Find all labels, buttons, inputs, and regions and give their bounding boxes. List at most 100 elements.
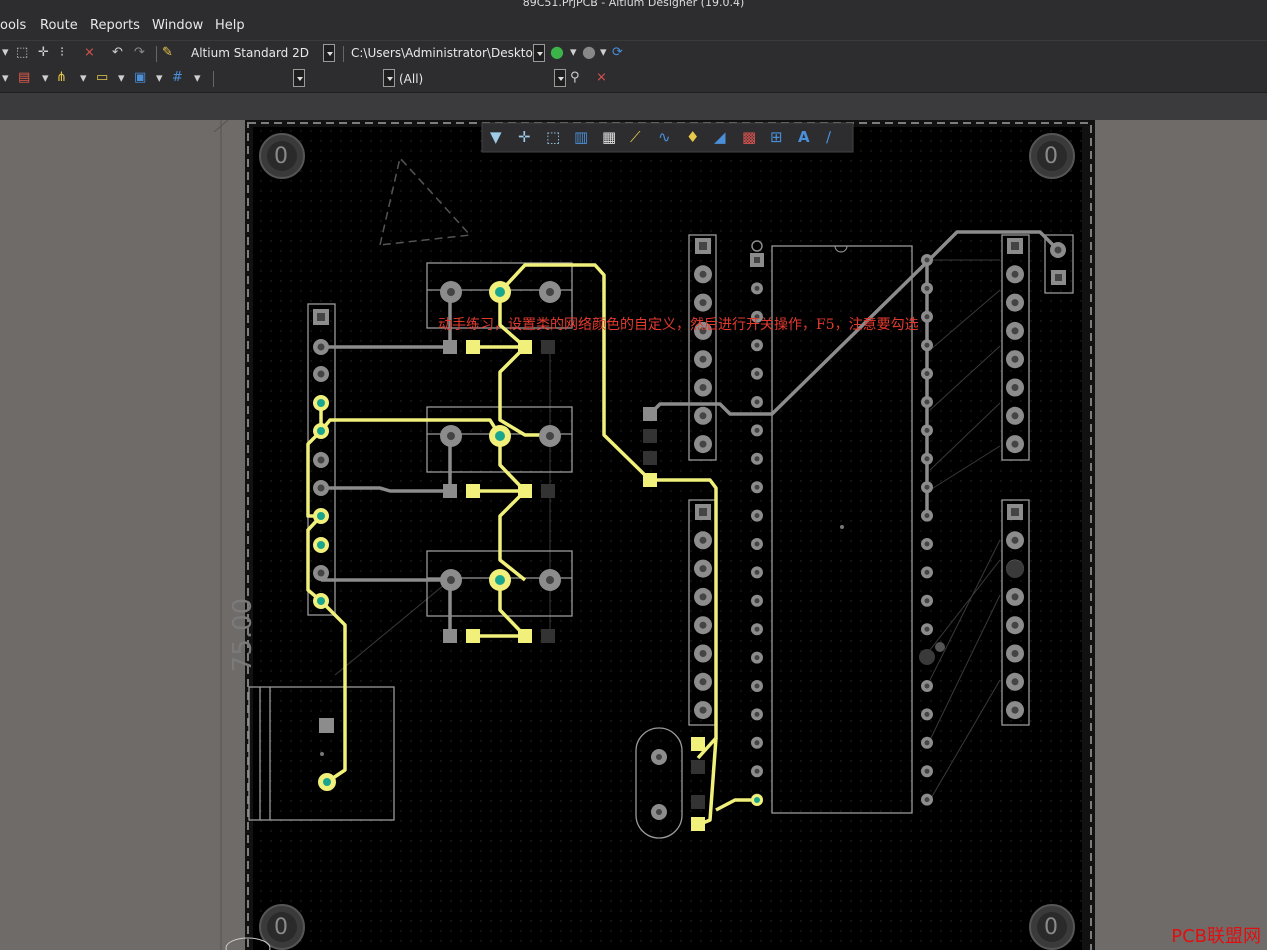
pad [924,768,930,774]
undo-icon[interactable]: ↶ [112,45,123,61]
pad [699,299,707,307]
pad [699,384,707,391]
pad [1011,412,1019,420]
chevron-down-icon[interactable]: ▾ [42,71,49,87]
menu-reports[interactable]: Reports [90,18,140,33]
chevron-down-icon[interactable]: ▾ [156,71,163,87]
document-tab-strip [0,92,1267,121]
pad [1011,536,1019,544]
mounting-hole-label: 0 [274,915,288,940]
text-icon[interactable]: A [798,128,810,146]
pad [1006,560,1024,578]
cross-move-icon[interactable]: ✛ [518,128,531,146]
mounting-hole-label: 0 [1044,144,1058,169]
mounting-hole-label: 0 [274,144,288,169]
via [935,642,945,652]
pad [924,598,930,604]
diff-pair-icon[interactable]: ∿ [658,128,671,146]
wand-icon[interactable]: ✎ [162,45,173,61]
redo-icon[interactable]: ↷ [134,45,145,61]
chevron-down-icon[interactable]: ▾ [194,71,201,87]
pad [919,649,935,665]
window-title: 89C51.PrjPCB - Altium Designer (19.0.4) [0,0,1267,12]
refresh-icon[interactable]: ⟳ [612,45,623,61]
pcb-canvas[interactable] [0,120,1267,950]
pad [924,626,930,632]
ruler-icon[interactable]: ▭ [96,70,108,86]
chevron-down-icon[interactable]: ▾ [80,71,87,87]
filter-dropdown[interactable] [554,69,566,87]
pad [924,257,930,263]
chevron-down-icon[interactable]: ▾ [2,71,9,87]
layer-dropdown[interactable] [293,69,305,87]
pad [754,655,760,661]
filter-all-select[interactable]: (All) [399,72,423,86]
pad [754,285,760,291]
pad [699,565,707,573]
menu-help[interactable]: Help [215,18,245,33]
view-mode-select[interactable]: Altium Standard 2D [191,46,309,60]
board-surface [253,127,1082,950]
pad [924,740,930,746]
back-icon[interactable]: ● [550,44,564,60]
pad [1011,270,1019,278]
pad [1011,593,1019,601]
pad [754,541,760,547]
pad [699,650,707,657]
select-rect-icon[interactable]: ⬚ [16,45,28,61]
pad [699,508,707,516]
pad [754,257,760,263]
component-icon[interactable]: ▦ [602,128,616,146]
class-dropdown[interactable] [383,69,395,87]
room-icon[interactable]: ▣ [134,70,146,86]
route-icon[interactable]: ⟋ [630,128,641,146]
pad [924,285,930,291]
menu-tools[interactable]: ools [0,18,26,33]
via-icon[interactable]: ♦ [686,128,699,146]
dimension-icon[interactable]: ⊞ [770,128,783,146]
pad [1011,440,1019,448]
menu-window[interactable]: Window [152,18,203,33]
view-mode-dropdown[interactable] [323,44,335,62]
menu-route[interactable]: Route [40,18,78,33]
pad [699,440,707,448]
apply-filter-icon[interactable]: ⚲ [570,70,580,86]
toolbar-secondary: ▾ ▤ ▾ ⋔ ▾ ▭ ▾ ▣ ▾ # ▾ (All) ⚲ ⨯ [0,66,1267,92]
distribute-icon[interactable]: ⋔ [56,70,67,86]
chevron-down-icon[interactable]: ▾ [2,45,9,61]
clear-filter-icon[interactable]: ⨯ [84,45,95,61]
pad [924,314,930,320]
cross-move-icon[interactable]: ✛ [38,45,49,61]
pad [924,797,930,803]
chevron-down-icon[interactable]: ▾ [118,71,125,87]
clear-mask-icon[interactable]: ⨯ [596,70,607,86]
chart-icon[interactable]: ▥ [574,128,588,146]
path-dropdown[interactable] [533,44,545,62]
line-icon[interactable]: ∕ [826,128,831,146]
forward-icon[interactable]: ● [582,44,596,60]
keepout-icon[interactable]: ▩ [742,128,756,146]
filter-icon[interactable]: ▼ [490,128,502,146]
align-left-icon[interactable]: ▤ [18,70,30,86]
pad [754,683,760,689]
align-icon[interactable]: ⁝ [60,45,64,61]
path-field[interactable]: C:\Users\Administrator\Deskto [351,46,533,60]
pad [754,456,760,462]
pad [699,355,707,363]
pad [754,740,760,746]
pad [924,371,930,377]
pad [924,456,930,462]
pad [1011,355,1019,363]
pcb-workspace[interactable]: 动手练习，设置类的网络颜色的自定义，然后进行开关操作，F5，注意要勾选 75.0… [0,120,1267,950]
canvas-hint-text: 动手练习，设置类的网络颜色的自定义，然后进行开关操作，F5，注意要勾选 [438,317,919,333]
pad [924,711,930,717]
pad [699,270,707,278]
chevron-down-icon[interactable]: ▾ [570,45,577,61]
pad [924,484,930,490]
pad [754,342,760,348]
polygon-icon[interactable]: ◢ [714,128,726,146]
chevron-down-icon[interactable]: ▾ [600,45,607,61]
select-rect-icon[interactable]: ⬚ [546,128,560,146]
pad [924,399,930,405]
grid-icon[interactable]: # [172,70,183,86]
